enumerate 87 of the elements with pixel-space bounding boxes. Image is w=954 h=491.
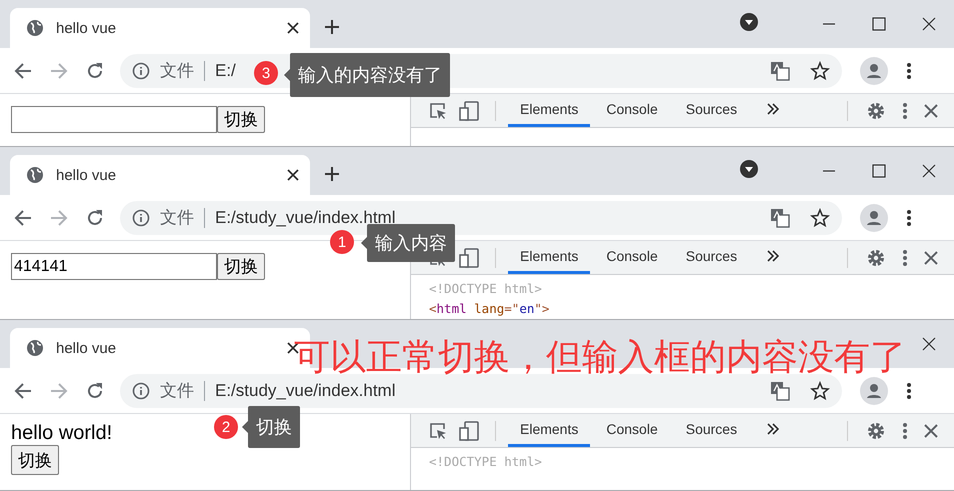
- tooltip: 切换: [248, 406, 300, 448]
- star-icon[interactable]: [810, 380, 830, 400]
- reload-icon[interactable]: [86, 208, 104, 226]
- devtools-tab[interactable]: Sources: [674, 241, 750, 274]
- devtools-tab[interactable]: Console: [594, 414, 670, 447]
- settings-icon[interactable]: [866, 248, 886, 268]
- switch-button[interactable]: 切换: [11, 445, 59, 475]
- step-badge: 1: [330, 230, 354, 254]
- close-icon[interactable]: [922, 17, 936, 31]
- tab-title: hello vue: [56, 166, 118, 184]
- maximize-icon[interactable]: [872, 17, 886, 31]
- url-text: E:/study_vue/index.html: [215, 380, 396, 400]
- address-bar[interactable]: 文件 E:/study_vue/index.html: [120, 374, 842, 408]
- plus-icon[interactable]: [324, 19, 340, 35]
- tab-title: hello vue: [56, 20, 118, 36]
- menu-icon[interactable]: [902, 102, 908, 120]
- menu-icon[interactable]: [906, 62, 912, 80]
- step-badge: 2: [214, 415, 238, 439]
- translate-icon[interactable]: [770, 60, 790, 80]
- avatar-icon[interactable]: [860, 204, 888, 232]
- back-icon[interactable]: [14, 208, 32, 226]
- menu-icon[interactable]: [902, 422, 908, 440]
- menu-icon[interactable]: [906, 382, 912, 400]
- globe-icon[interactable]: [26, 166, 44, 184]
- devtools-tab[interactable]: Sources: [674, 94, 750, 127]
- device-icon[interactable]: [459, 100, 479, 120]
- dropdown-icon[interactable]: [740, 12, 758, 30]
- devtools-tab[interactable]: Elements: [508, 241, 590, 274]
- tooltip: 输入内容: [367, 224, 455, 262]
- avatar-icon[interactable]: [860, 376, 888, 404]
- switch-button[interactable]: 切换: [217, 253, 265, 280]
- translate-icon[interactable]: [770, 208, 790, 228]
- plus-icon[interactable]: [324, 166, 340, 182]
- hello-text: hello world!: [11, 422, 112, 445]
- settings-icon[interactable]: [866, 100, 886, 120]
- devtools-tab[interactable]: Sources: [674, 414, 750, 447]
- scheme-label: 文件: [160, 60, 194, 82]
- more-tabs-icon[interactable]: [767, 102, 780, 114]
- close-icon[interactable]: [924, 104, 938, 118]
- info-icon[interactable]: [132, 382, 150, 400]
- switch-button[interactable]: 切换: [217, 106, 265, 133]
- close-icon[interactable]: [286, 168, 300, 182]
- browser-tab[interactable]: hello vue: [10, 155, 310, 195]
- inspect-icon[interactable]: [429, 102, 447, 120]
- avatar-icon[interactable]: [860, 56, 888, 84]
- reload-icon[interactable]: [86, 62, 104, 80]
- code-line: <!DOCTYPE html>: [429, 280, 543, 298]
- globe-icon[interactable]: [26, 19, 44, 37]
- close-icon[interactable]: [924, 424, 938, 438]
- translate-icon[interactable]: [770, 380, 790, 400]
- tooltip: 输入的内容没有了: [290, 53, 450, 97]
- text-input[interactable]: [11, 106, 217, 133]
- settings-icon[interactable]: [866, 420, 886, 440]
- code-line: <!DOCTYPE html>: [429, 453, 543, 471]
- more-tabs-icon[interactable]: [767, 422, 780, 434]
- devtools-tab[interactable]: Console: [594, 94, 670, 127]
- tab-title: hello vue: [56, 340, 118, 356]
- star-icon[interactable]: [810, 208, 830, 228]
- devtools-tab[interactable]: Elements: [508, 94, 590, 127]
- devtools-tab[interactable]: Console: [594, 241, 670, 274]
- scheme-label: 文件: [160, 207, 194, 229]
- back-icon[interactable]: [14, 62, 32, 80]
- close-icon[interactable]: [924, 250, 938, 264]
- star-icon[interactable]: [810, 60, 830, 80]
- menu-icon[interactable]: [902, 248, 908, 266]
- back-icon[interactable]: [14, 382, 32, 400]
- menu-icon[interactable]: [906, 208, 912, 226]
- info-icon[interactable]: [132, 208, 150, 226]
- url-text: E:/: [215, 60, 236, 80]
- close-icon[interactable]: [922, 337, 936, 351]
- dropdown-icon[interactable]: [740, 160, 758, 178]
- address-bar[interactable]: 文件 E:/study_vue/index.html: [120, 200, 842, 234]
- close-icon[interactable]: [286, 21, 300, 35]
- browser-tab[interactable]: hello vue: [10, 8, 310, 48]
- devtools-tab[interactable]: Elements: [508, 414, 590, 447]
- text-input[interactable]: 414141: [11, 253, 217, 280]
- maximize-icon[interactable]: [872, 164, 886, 178]
- close-icon[interactable]: [922, 164, 936, 178]
- reload-icon[interactable]: [86, 382, 104, 400]
- device-icon[interactable]: [459, 420, 479, 440]
- more-tabs-icon[interactable]: [767, 250, 780, 262]
- scheme-label: 文件: [160, 380, 194, 402]
- code-line: <html lang="en">: [429, 300, 550, 318]
- globe-icon[interactable]: [26, 339, 44, 357]
- info-icon[interactable]: [132, 62, 150, 80]
- device-icon[interactable]: [459, 248, 479, 268]
- inspect-icon[interactable]: [429, 422, 447, 440]
